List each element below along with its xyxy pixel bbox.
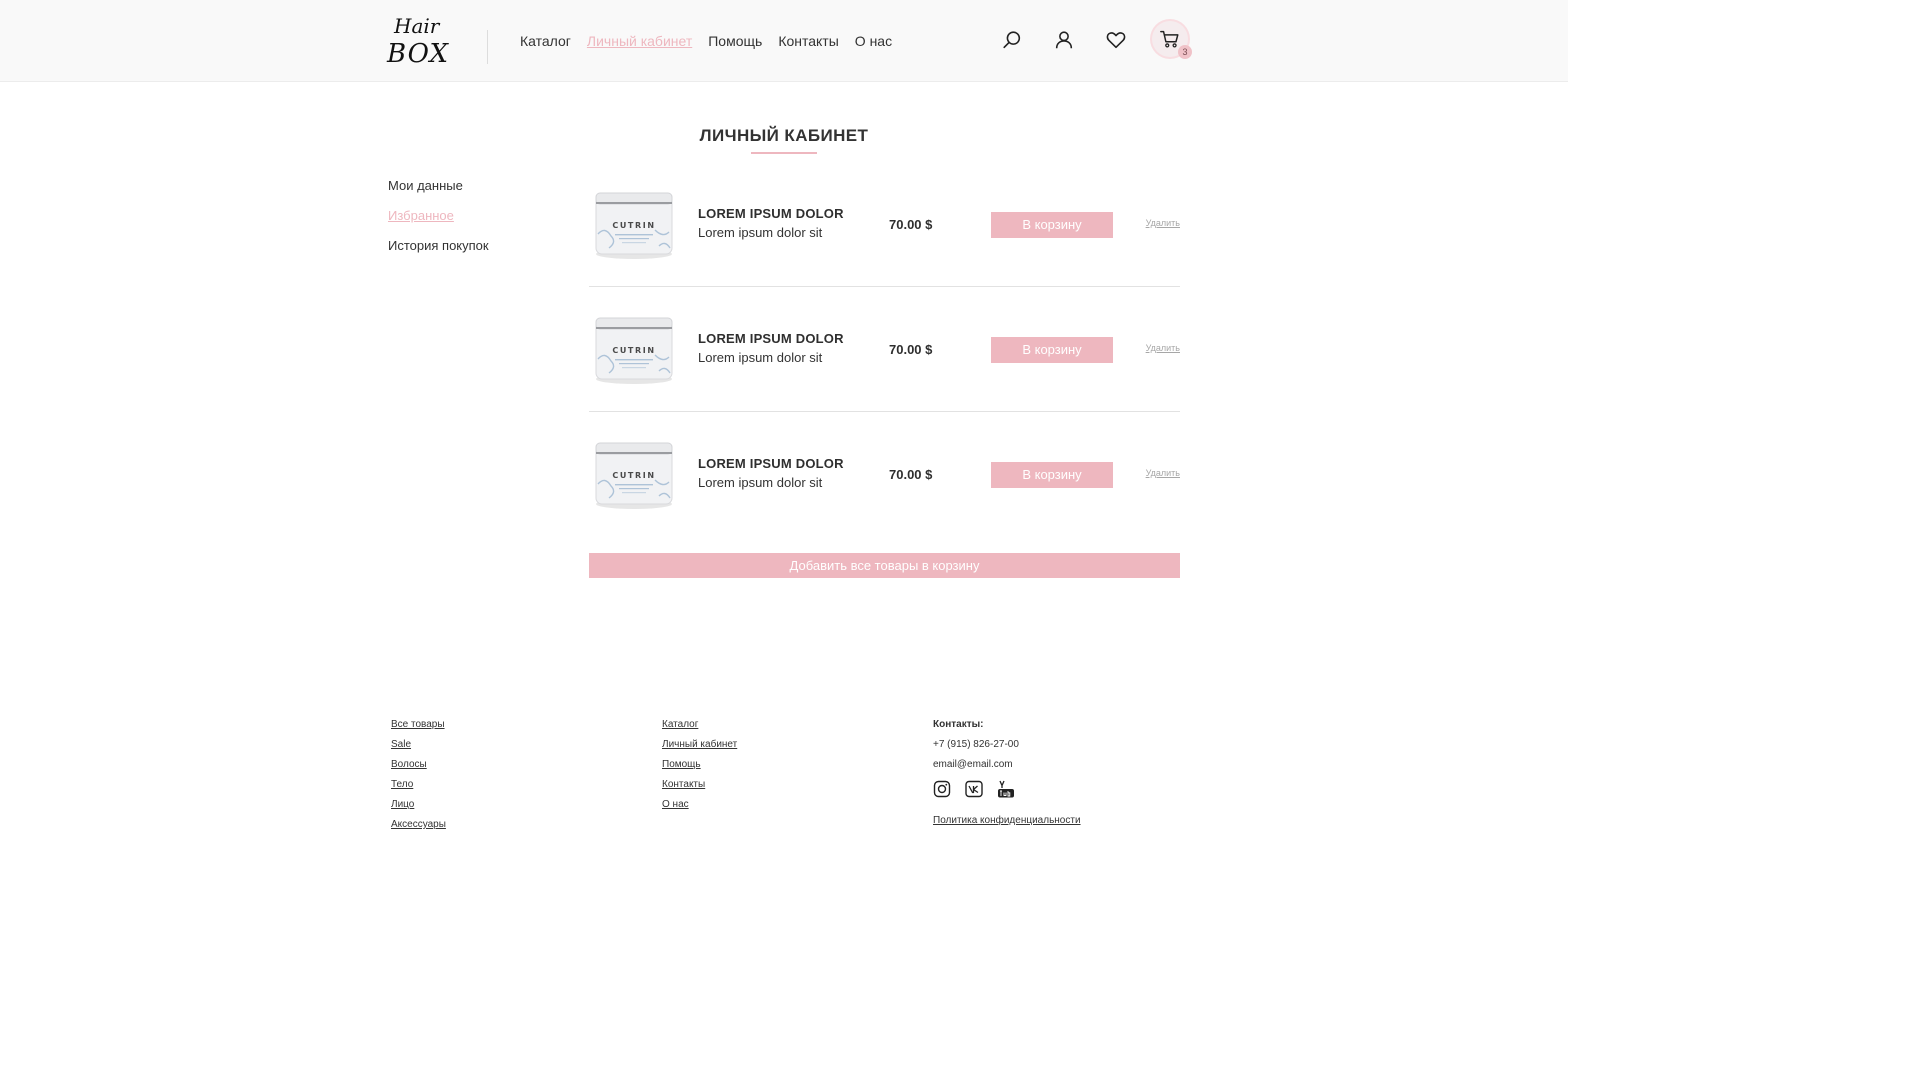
product-image[interactable]: CUTRIN [593, 440, 675, 512]
product-price: 70.00 $ [889, 467, 933, 482]
youtube-link[interactable] [997, 780, 1015, 798]
title-underline [751, 152, 817, 154]
footer-link-body[interactable]: Тело [391, 778, 446, 798]
logo-line2: BOX [386, 39, 449, 68]
instagram-link[interactable] [933, 780, 951, 798]
jar-brand-label: CUTRIN [612, 221, 655, 230]
youtube-icon [998, 780, 1014, 798]
footer-link-sale[interactable]: Sale [391, 738, 446, 758]
list-item: CUTRIN LOREM IPSUM DOLOR Lorem ipsum dol… [589, 162, 1180, 287]
add-to-cart-button[interactable]: В корзину [991, 212, 1113, 238]
footer-link-help[interactable]: Помощь [662, 758, 737, 778]
favorites-list: CUTRIN LOREM IPSUM DOLOR Lorem ipsum dol… [589, 162, 1180, 537]
product-price: 70.00 $ [889, 217, 933, 232]
main-nav: Каталог Личный кабинет Помощь Контакты О… [520, 31, 892, 51]
footer-link-face[interactable]: Лицо [391, 798, 446, 818]
logo-divider [487, 30, 488, 64]
heart-icon [1106, 32, 1126, 49]
social-links [933, 780, 1081, 814]
add-all-to-cart-button[interactable]: Добавить все товары в корзину [589, 553, 1180, 578]
vk-icon [965, 780, 983, 798]
footer-column-site: Каталог Личный кабинет Помощь Контакты О… [662, 718, 737, 818]
footer-phone: +7 (915) 826-27-00 [933, 739, 1019, 750]
nav-catalog[interactable]: Каталог [520, 31, 571, 51]
product-description: Lorem ipsum dolor sit [698, 225, 823, 240]
footer-link-about[interactable]: О нас [662, 798, 737, 818]
search-icon [1003, 31, 1021, 49]
footer-column-contacts: Контакты: +7 (915) 826-27-00 email@email… [933, 718, 1081, 834]
footer-column-products: Все товары Sale Волосы Тело Лицо Аксессу… [391, 718, 446, 838]
nav-contacts[interactable]: Контакты [778, 31, 838, 51]
footer-email: email@email.com [933, 759, 1013, 770]
instagram-icon [933, 780, 951, 798]
product-name[interactable]: LOREM IPSUM DOLOR [698, 206, 844, 221]
remove-link[interactable]: Удалить [1146, 468, 1180, 478]
list-item: CUTRIN LOREM IPSUM DOLOR Lorem ipsum dol… [589, 412, 1180, 537]
vk-link[interactable] [965, 780, 983, 798]
sidebar-item-my-data[interactable]: Мои данные [388, 176, 489, 206]
product-description: Lorem ipsum dolor sit [698, 475, 823, 490]
product-image[interactable]: CUTRIN [593, 315, 675, 387]
footer-link-hair[interactable]: Волосы [391, 758, 446, 778]
product-price: 70.00 $ [889, 342, 933, 357]
cart-button[interactable]: 3 [1152, 21, 1192, 59]
footer-link-accessories[interactable]: Аксессуары [391, 818, 446, 838]
sidebar-item-favorites[interactable]: Избранное [388, 206, 489, 236]
user-icon [1055, 31, 1073, 49]
list-item: CUTRIN LOREM IPSUM DOLOR Lorem ipsum dol… [589, 287, 1180, 412]
favorites-button[interactable] [1103, 27, 1129, 53]
cart-icon [1160, 30, 1179, 48]
jar-brand-label: CUTRIN [612, 346, 655, 355]
footer-link-account[interactable]: Личный кабинет [662, 738, 737, 758]
nav-help[interactable]: Помощь [708, 31, 762, 51]
remove-link[interactable]: Удалить [1146, 343, 1180, 353]
search-button[interactable] [999, 27, 1025, 53]
jar-brand-label: CUTRIN [612, 471, 655, 480]
footer-link-contacts[interactable]: Контакты [662, 778, 737, 798]
add-to-cart-button[interactable]: В корзину [991, 462, 1113, 488]
logo[interactable]: Hair BOX [386, 14, 456, 68]
product-description: Lorem ipsum dolor sit [698, 350, 823, 365]
product-name[interactable]: LOREM IPSUM DOLOR [698, 456, 844, 471]
product-image[interactable]: CUTRIN [593, 190, 675, 262]
site-header: Hair BOX Каталог Личный кабинет Помощь К… [0, 0, 1568, 82]
product-name[interactable]: LOREM IPSUM DOLOR [698, 331, 844, 346]
footer-link-catalog[interactable]: Каталог [662, 718, 737, 738]
add-to-cart-button[interactable]: В корзину [991, 337, 1113, 363]
account-sidebar: Мои данные Избранное История покупок [388, 176, 489, 266]
remove-link[interactable]: Удалить [1146, 218, 1180, 228]
footer-link-all-products[interactable]: Все товары [391, 718, 446, 738]
logo-line1: Hair [393, 14, 441, 38]
cart-count-badge: 3 [1178, 45, 1192, 59]
page-title: ЛИЧНЫЙ КАБИНЕТ [699, 126, 869, 145]
privacy-policy-link[interactable]: Политика конфиденциальности [933, 814, 1081, 834]
nav-about[interactable]: О нас [855, 31, 892, 51]
account-button[interactable] [1051, 27, 1077, 53]
sidebar-item-purchase-history[interactable]: История покупок [388, 236, 489, 266]
nav-account[interactable]: Личный кабинет [587, 31, 692, 51]
footer-contacts-heading: Контакты: [933, 719, 984, 730]
